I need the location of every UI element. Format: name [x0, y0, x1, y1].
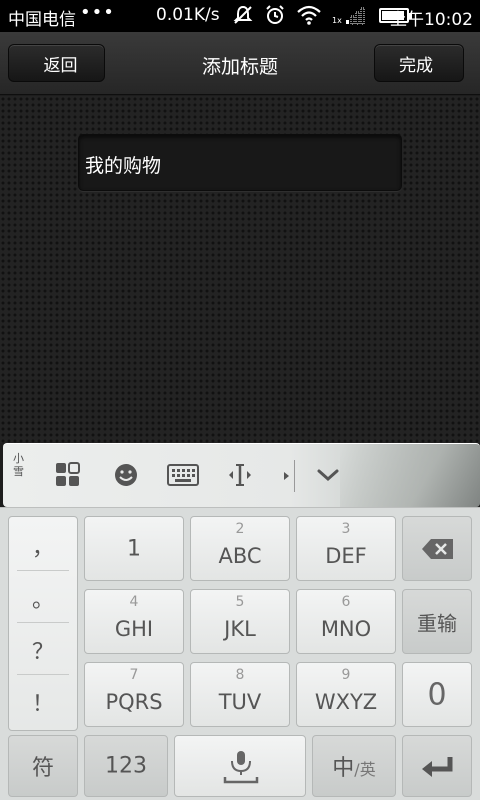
- ime-logo-text: 小雪: [13, 452, 24, 478]
- signal-icon: [345, 7, 365, 25]
- punct-comma-key[interactable]: ，: [17, 521, 69, 571]
- key-pqrs-label: PQRS: [105, 690, 163, 714]
- network-speed: 0.01K/s: [156, 5, 220, 25]
- key-ghi[interactable]: 4 GHI: [84, 589, 184, 654]
- retype-key[interactable]: 重输: [402, 589, 472, 654]
- key-mno-label: MNO: [320, 617, 372, 641]
- key-jkl-number: 5: [235, 594, 245, 610]
- signal-label: 1x: [332, 16, 342, 25]
- key-pqrs-number: 7: [129, 667, 139, 683]
- key-mno[interactable]: 6 MNO: [296, 589, 396, 654]
- punct-exclaim-key[interactable]: ！: [17, 677, 69, 727]
- backspace-icon: [422, 539, 453, 559]
- key-ghi-number: 4: [129, 594, 139, 610]
- key-wxyz[interactable]: 9 WXYZ: [296, 662, 396, 727]
- content-area: 我的购物: [0, 96, 480, 443]
- key-pqrs[interactable]: 7 PQRS: [84, 662, 184, 727]
- key-def-number: 3: [341, 521, 351, 537]
- done-button[interactable]: 完成: [374, 44, 464, 82]
- key-0[interactable]: 0: [402, 662, 472, 727]
- punct-period-key[interactable]: 。: [17, 573, 69, 623]
- language-switch-label: 中/英: [313, 750, 395, 782]
- carrier-name: 中国电信: [8, 10, 76, 30]
- muted-icon: [233, 5, 253, 24]
- notification-dots: •••: [80, 2, 115, 23]
- emoji-icon[interactable]: [113, 462, 139, 488]
- keyboard: ， 。 ？ ！ 1 2 ABC 3 DEF 4 GHI 5 JKL 6 MNO …: [0, 507, 480, 800]
- key-ghi-label: GHI: [114, 617, 154, 641]
- clock: 上午10:02: [390, 10, 473, 30]
- key-def[interactable]: 3 DEF: [296, 516, 396, 581]
- key-1[interactable]: 1: [84, 516, 184, 581]
- key-wxyz-number: 9: [341, 667, 351, 683]
- toolbar-divider: [294, 460, 295, 492]
- key-def-label: DEF: [325, 544, 367, 568]
- grid-icon[interactable]: [55, 462, 81, 488]
- done-button-label: 完成: [399, 55, 433, 76]
- enter-icon: [422, 757, 453, 777]
- punctuation-column: ， 。 ？ ！: [8, 516, 78, 731]
- symbol-key[interactable]: 符: [8, 735, 78, 797]
- delete-key[interactable]: [402, 516, 472, 581]
- toolbar-background-image: [340, 444, 480, 507]
- lang-main-label: 中: [332, 756, 355, 781]
- microphone-icon: [223, 751, 259, 784]
- status-icons: 1x: [232, 4, 412, 26]
- wifi-icon: [297, 5, 321, 25]
- key-tuv-label: TUV: [218, 690, 262, 714]
- status-bar: 中国电信 ••• 0.01K/s 1x 上午10:02: [0, 0, 480, 32]
- arrow-icon[interactable]: [283, 471, 291, 481]
- numeric-key-label: 123: [105, 753, 147, 779]
- key-jkl-label: JKL: [224, 617, 256, 641]
- key-jkl[interactable]: 5 JKL: [190, 589, 290, 654]
- lang-sub-label: /英: [354, 760, 376, 779]
- key-tuv-number: 8: [235, 667, 245, 683]
- cursor-move-icon[interactable]: [225, 462, 255, 488]
- key-abc[interactable]: 2 ABC: [190, 516, 290, 581]
- title-bar: 返回 添加标题 完成: [0, 32, 480, 95]
- punct-question-key[interactable]: ？: [17, 625, 69, 675]
- title-input[interactable]: 我的购物: [78, 134, 402, 191]
- key-1-label: 1: [127, 536, 141, 561]
- symbol-key-label: 符: [31, 756, 54, 781]
- key-mno-number: 6: [341, 594, 351, 610]
- key-abc-number: 2: [235, 521, 245, 537]
- space-voice-key[interactable]: [174, 735, 306, 797]
- numeric-key[interactable]: 123: [84, 735, 168, 797]
- ime-logo[interactable]: 小雪: [13, 452, 27, 478]
- key-abc-label: ABC: [218, 544, 262, 568]
- alarm-icon: [266, 5, 284, 24]
- key-tuv[interactable]: 8 TUV: [190, 662, 290, 727]
- collapse-icon[interactable]: [316, 468, 340, 484]
- enter-key[interactable]: [402, 735, 472, 797]
- keyboard-icon[interactable]: [167, 462, 199, 488]
- key-wxyz-label: WXYZ: [314, 690, 378, 714]
- language-switch-key[interactable]: 中/英: [312, 735, 396, 797]
- retype-key-label: 重输: [417, 611, 457, 635]
- key-0-label: 0: [427, 677, 447, 712]
- ime-toolbar: 小雪: [3, 443, 480, 507]
